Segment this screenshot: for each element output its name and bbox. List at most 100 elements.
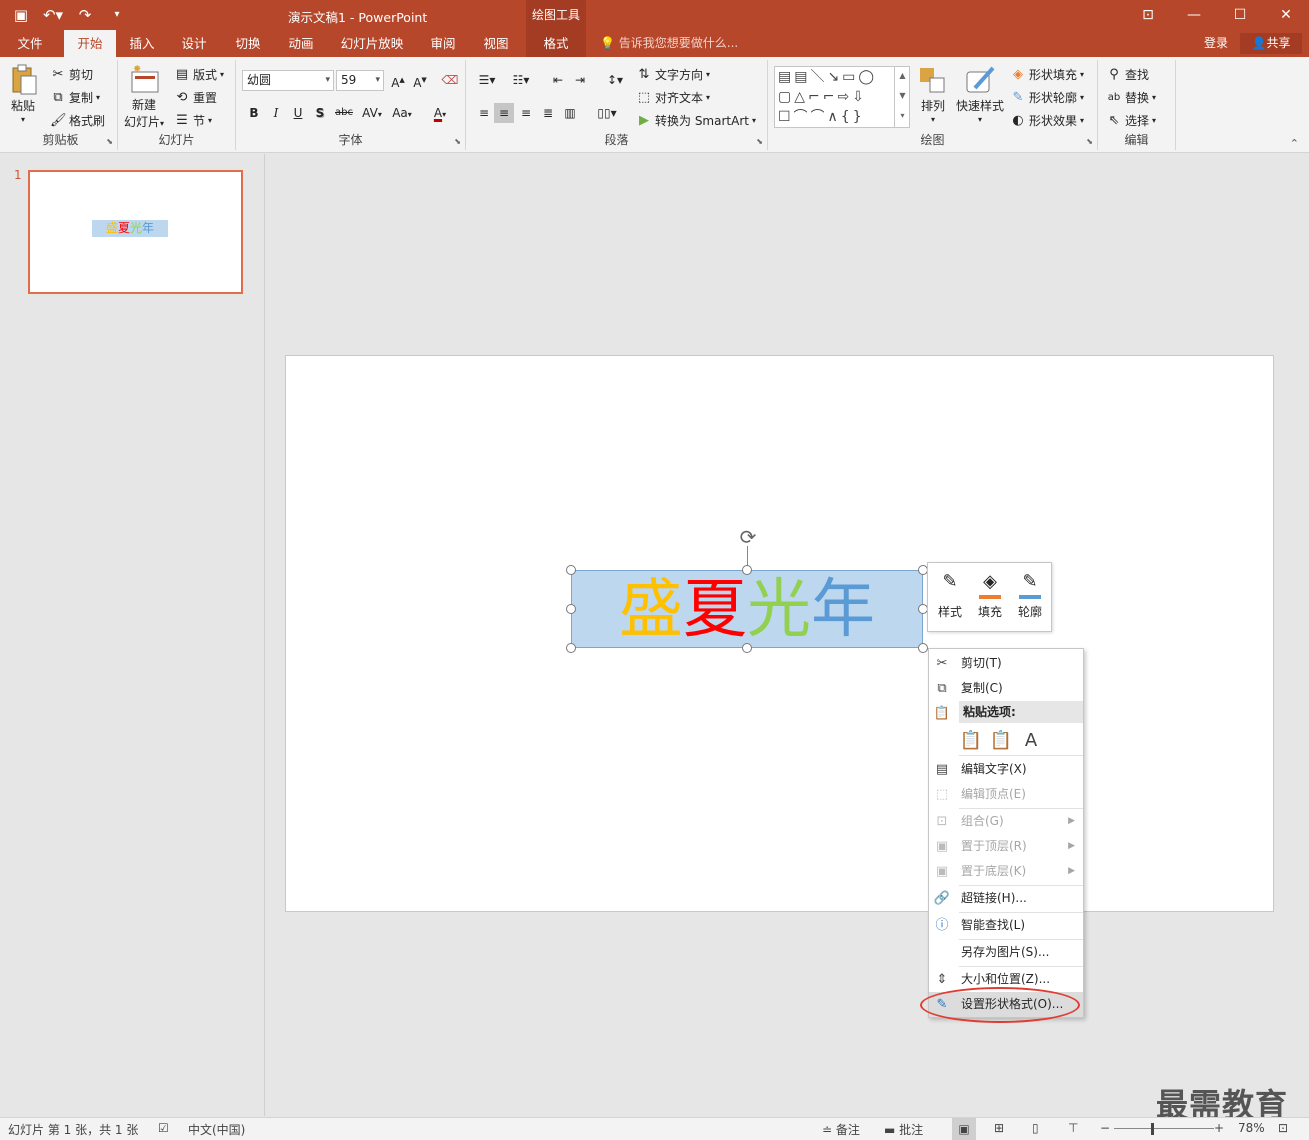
zoom-slider-track[interactable] <box>1114 1128 1214 1129</box>
paste-picture-icon[interactable]: 📋 <box>989 729 1013 753</box>
line-spacing-icon[interactable]: ↕▾ <box>600 70 630 90</box>
tab-home[interactable]: 开始 <box>64 30 116 57</box>
slideshow-view-icon[interactable]: ⊤ <box>1068 1121 1078 1135</box>
tab-animations[interactable]: 动画 <box>277 30 325 57</box>
menu-hyperlink[interactable]: 🔗 超链接(H)... <box>929 886 1083 911</box>
customize-qat-icon[interactable]: ▾ <box>104 4 130 26</box>
shape-textbox-icon[interactable]: ▤▤＼↘▭◯ <box>778 69 877 85</box>
menu-save-as-picture[interactable]: 另存为图片(S)... <box>929 940 1083 965</box>
quick-styles-button[interactable]: 快速样式 ▾ <box>956 64 1004 124</box>
font-dialog-launcher-icon[interactable]: ⬊ <box>454 137 461 146</box>
shape-misc-icon[interactable]: ☐⌒⌒∧{} <box>778 109 865 125</box>
align-left-icon[interactable]: ≡ <box>474 103 494 123</box>
maximize-icon[interactable]: ☐ <box>1217 0 1263 30</box>
tab-file[interactable]: 文件 <box>6 30 54 57</box>
resize-handle-b[interactable] <box>742 643 752 653</box>
cut-button[interactable]: ✂ 剪切 <box>50 66 93 83</box>
font-color-button[interactable]: A▾ <box>426 103 454 123</box>
shape-outline-button[interactable]: ✎ 形状轮廓 ▾ <box>1010 89 1084 106</box>
tab-design[interactable]: 设计 <box>170 30 218 57</box>
text-shape[interactable]: 盛夏光年 <box>571 570 923 648</box>
text-direction-button[interactable]: ⇅ 文字方向 ▾ <box>636 66 710 83</box>
distributed-icon[interactable]: ▥ <box>560 103 580 123</box>
numbering-icon[interactable]: ☷▾ <box>506 70 536 90</box>
italic-button[interactable]: I <box>266 103 286 123</box>
arrange-button[interactable]: 排列 ▾ <box>918 64 948 124</box>
clear-format-icon[interactable]: ⌫ <box>440 70 460 90</box>
font-size-combo[interactable]: 59 <box>336 70 384 91</box>
slide-sorter-icon[interactable]: ⊞ <box>994 1121 1004 1135</box>
increase-indent-icon[interactable]: ⇥ <box>570 70 590 90</box>
resize-handle-tl[interactable] <box>566 565 576 575</box>
resize-handle-t[interactable] <box>742 565 752 575</box>
select-button[interactable]: ⇖ 选择 ▾ <box>1106 112 1156 129</box>
copy-button[interactable]: ⧉ 复制 ▾ <box>50 89 100 106</box>
menu-send-to-back[interactable]: ▣ 置于底层(K) ▶ <box>929 859 1083 884</box>
tab-format[interactable]: 格式 <box>526 30 586 57</box>
menu-edit-points[interactable]: ⬚ 编辑顶点(E) <box>929 782 1083 807</box>
menu-copy[interactable]: ⧉ 复制(C) <box>929 676 1083 701</box>
redo-icon[interactable]: ↷ <box>72 4 98 26</box>
shadow-button[interactable]: S <box>310 103 330 123</box>
resize-handle-bl[interactable] <box>566 643 576 653</box>
shrink-font-icon[interactable]: A▼ <box>410 70 430 90</box>
zoom-level[interactable]: 78% <box>1238 1121 1265 1135</box>
comments-button[interactable]: ▬ 批注 <box>884 1121 923 1138</box>
align-right-icon[interactable]: ≡ <box>516 103 536 123</box>
menu-edit-text[interactable]: ▤ 编辑文字(X) <box>929 757 1083 782</box>
menu-smart-lookup[interactable]: ⓘ 智能查找(L) <box>929 913 1083 938</box>
dialog-launcher-icon[interactable]: ⬊ <box>106 137 113 146</box>
login-link[interactable]: 登录 <box>1204 30 1228 57</box>
mini-style-button[interactable]: ✎ 样式 <box>932 569 968 620</box>
notes-button[interactable]: ≐ 备注 <box>822 1121 860 1138</box>
tab-slideshow[interactable]: 幻灯片放映 <box>334 30 410 57</box>
mini-outline-button[interactable]: ✎ 轮廓 <box>1012 569 1048 620</box>
justify-icon[interactable]: ≣ <box>538 103 558 123</box>
mini-fill-button[interactable]: ◈ 填充 <box>972 569 1008 620</box>
tell-me-box[interactable]: 💡 告诉我您想要做什么... <box>600 30 738 57</box>
shapes-gallery-scroll[interactable]: ▲ ▼ ▾ <box>894 66 910 128</box>
find-button[interactable]: ⚲ 查找 <box>1106 66 1149 83</box>
rotate-handle-icon[interactable]: ⟳ <box>737 526 759 548</box>
replace-button[interactable]: ab 替换 ▾ <box>1106 89 1156 106</box>
resize-handle-br[interactable] <box>918 643 928 653</box>
decrease-indent-icon[interactable]: ⇤ <box>548 70 568 90</box>
paragraph-dialog-launcher-icon[interactable]: ⬊ <box>756 137 763 146</box>
tab-insert[interactable]: 插入 <box>118 30 166 57</box>
paste-text-only-icon[interactable]: A <box>1019 729 1043 753</box>
shapes-gallery[interactable]: ▤▤＼↘▭◯ ▢△⌐⌐⇨⇩ ☐⌒⌒∧{} <box>774 66 910 128</box>
reset-button[interactable]: ⟲ 重置 <box>174 89 217 106</box>
tab-review[interactable]: 审阅 <box>419 30 467 57</box>
section-button[interactable]: ☰ 节 ▾ <box>174 112 212 129</box>
bold-button[interactable]: B <box>244 103 264 123</box>
bullets-icon[interactable]: ☰▾ <box>472 70 502 90</box>
strikethrough-button[interactable]: abc <box>332 103 356 123</box>
layout-button[interactable]: ▤ 版式 ▾ <box>174 66 224 83</box>
tab-view[interactable]: 视图 <box>472 30 520 57</box>
save-icon[interactable]: ▣ <box>8 4 34 26</box>
menu-cut[interactable]: ✂ 剪切(T) <box>929 651 1083 676</box>
change-case-button[interactable]: Aa▾ <box>388 103 416 123</box>
columns-icon[interactable]: ▯▯▾ <box>592 103 622 123</box>
zoom-out-icon[interactable]: − <box>1100 1121 1110 1135</box>
normal-view-icon[interactable]: ▣ <box>952 1118 976 1140</box>
drawing-dialog-launcher-icon[interactable]: ⬊ <box>1086 137 1093 146</box>
undo-icon[interactable]: ↶▾ <box>40 4 66 26</box>
menu-group[interactable]: ⊡ 组合(G) ▶ <box>929 809 1083 834</box>
format-painter-button[interactable]: 🖌 格式刷 <box>50 112 105 129</box>
share-button[interactable]: 👤共享 <box>1240 33 1302 54</box>
paste-button[interactable]: 粘贴 ▾ <box>8 64 38 124</box>
zoom-slider-thumb[interactable] <box>1150 1123 1154 1135</box>
font-name-combo[interactable]: 幼圆 <box>242 70 334 91</box>
new-slide-button[interactable]: ✸ 新建 幻灯片▾ <box>124 64 164 130</box>
shape-effects-button[interactable]: ◐ 形状效果 ▾ <box>1010 112 1084 129</box>
align-center-icon[interactable]: ≡ <box>494 103 514 123</box>
slide-thumbnail[interactable]: 盛夏光年 <box>28 170 243 294</box>
spellcheck-icon[interactable]: ☑ <box>158 1121 169 1135</box>
ribbon-display-icon[interactable]: ⊡ <box>1125 0 1171 30</box>
tab-transitions[interactable]: 切换 <box>224 30 272 57</box>
fit-slide-icon[interactable]: ⊡ <box>1278 1121 1288 1135</box>
align-text-button[interactable]: ⬚ 对齐文本 ▾ <box>636 89 710 106</box>
char-spacing-button[interactable]: AV▾ <box>358 103 386 123</box>
grow-font-icon[interactable]: A▲ <box>388 70 408 90</box>
